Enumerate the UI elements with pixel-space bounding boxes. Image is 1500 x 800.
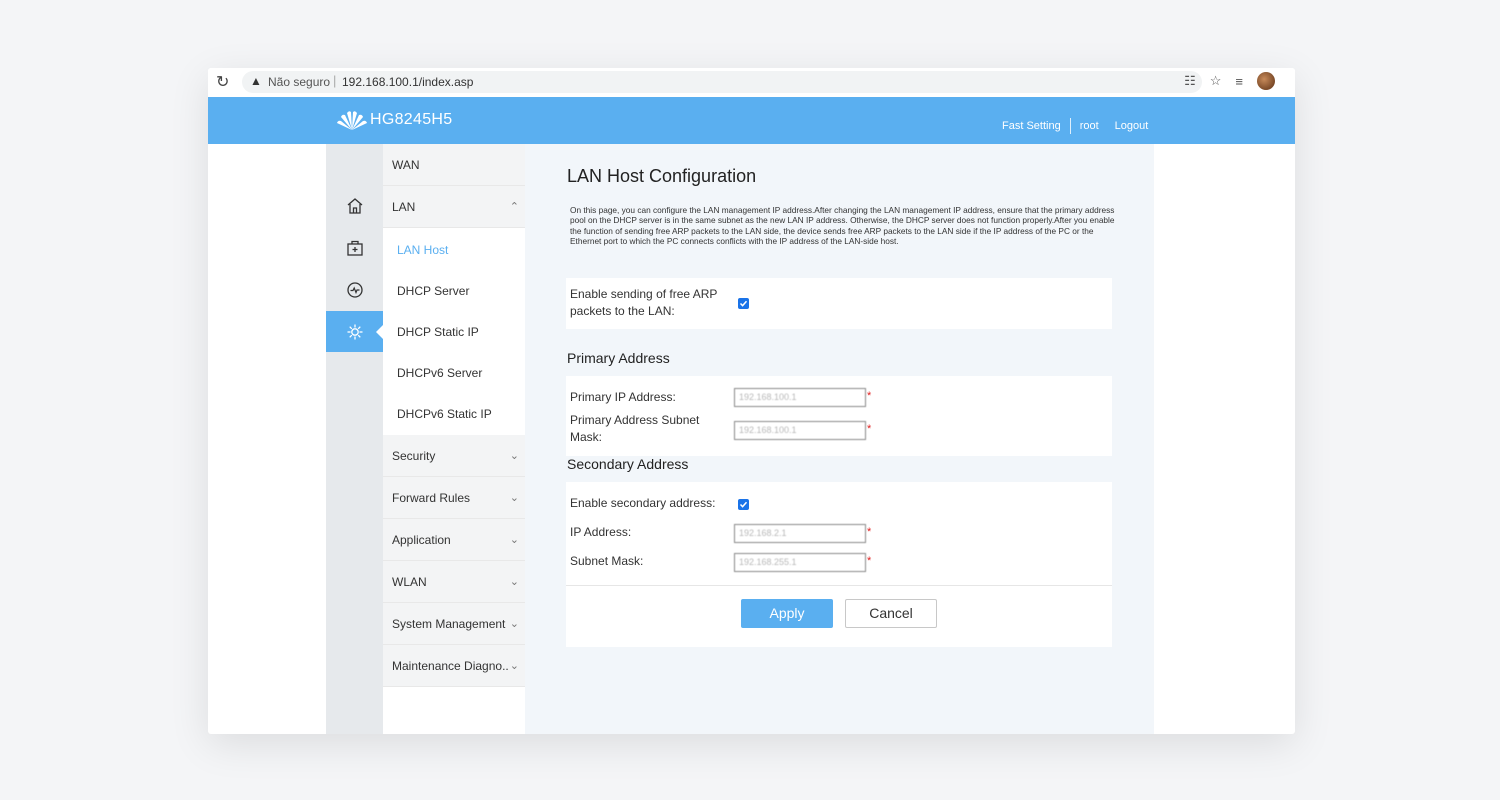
reload-icon[interactable]: ↻ [216,72,229,92]
secondary-address-heading: Secondary Address [567,456,689,472]
huawei-logo-icon [337,111,367,130]
required-marker: * [867,423,872,435]
primary-ip-label: Primary IP Address: [570,390,676,404]
secondary-enable-checkbox[interactable] [738,499,749,510]
page-title: LAN Host Configuration [567,166,757,186]
fast-setting-link[interactable]: Fast Setting [1002,120,1061,132]
required-marker: * [867,526,872,538]
button-row: Apply Cancel [566,586,1112,647]
menu-label: Forward Rules [392,491,471,505]
menu-label: Security [392,449,436,463]
bookmark-star-icon[interactable]: ☆ [1210,73,1222,89]
router-header: HG8245H5 Fast Setting root Logout [208,97,1295,144]
icon-rail [326,144,384,734]
primary-address-panel: Primary IP Address: 192.168.100.1 * Prim… [566,376,1112,456]
chevron-down-icon: ⌄ [509,576,519,588]
rail-home[interactable] [326,185,383,226]
url-separator: | [333,73,337,88]
chevron-down-icon: ⌄ [509,534,519,546]
diagnostics-icon [346,281,363,298]
rail-settings[interactable] [326,311,384,352]
menu-item-system-management[interactable]: System Management ⌄ [383,603,525,645]
translate-icon[interactable]: ☷ [1184,73,1196,89]
subnet-mask-label: Subnet Mask: [570,554,644,568]
arp-checkbox[interactable] [738,298,749,309]
profile-avatar[interactable] [1257,72,1275,90]
menu-label: Application [392,533,451,547]
submenu-item-lan-host[interactable]: LAN Host [383,228,525,269]
menu-label: DHCPv6 Static IP [397,407,492,421]
menu-label: LAN Host [397,243,449,257]
rail-diagnostics[interactable] [326,269,383,310]
menu-label: WAN [392,158,420,172]
secondary-enable-label: Enable secondary address: [570,496,716,510]
warning-triangle-icon[interactable]: ▲ [250,74,262,88]
browser-actions: ☷ ☆ ≡ [1184,72,1275,90]
chevron-down-icon: ⌄ [509,660,519,672]
menu-label: DHCP Server [397,284,470,298]
reading-list-icon[interactable]: ≡ [1235,74,1243,89]
settings-gear-icon [347,324,362,339]
device-model: HG8245H5 [370,111,453,128]
header-divider [1069,118,1071,134]
submenu-item-dhcp-static-ip[interactable]: DHCP Static IP [383,310,525,351]
menu-label: LAN [392,200,416,214]
menu-label: System Management [392,617,506,631]
main-content: LAN Host Configuration On this page, you… [525,144,1154,734]
secondary-address-panel: Enable secondary address: IP Address: 19… [566,482,1112,647]
apply-button[interactable]: Apply [741,599,833,628]
menu-item-forward-rules[interactable]: Forward Rules ⌄ [383,477,525,519]
submenu-item-dhcp-server[interactable]: DHCP Server [383,269,525,310]
arp-label: Enable sending of free ARP packets to th… [570,287,718,318]
home-icon [347,197,362,214]
required-marker: * [867,390,872,402]
browser-toolbar: ↻ ▲ Não seguro | 192.168.100.1/index.asp… [208,68,1295,97]
menu-label: DHCP Static IP [397,325,479,339]
menu-label: WLAN [392,575,427,589]
primary-ip-input[interactable]: 192.168.100.1 [734,388,866,407]
menu-item-wlan[interactable]: WLAN ⌄ [383,561,525,603]
header-links: Fast Setting root Logout [1002,118,1148,134]
cancel-button[interactable]: Cancel [845,599,937,628]
ip-address-label: IP Address: [570,525,632,539]
side-menu: WAN LAN ⌃ LAN Host DHCP Server DHCP Stat… [383,144,525,734]
arp-panel: Enable sending of free ARP packets to th… [566,278,1112,329]
chevron-up-icon: ⌃ [509,201,519,213]
required-marker: * [867,555,872,567]
url-text[interactable]: 192.168.100.1/index.asp [342,75,473,89]
submenu-item-dhcpv6-server[interactable]: DHCPv6 Server [383,351,525,392]
rail-tools[interactable] [326,227,383,268]
menu-item-wan[interactable]: WAN [383,144,525,186]
chevron-down-icon: ⌄ [509,492,519,504]
menu-item-application[interactable]: Application ⌄ [383,519,525,561]
menu-label: DHCPv6 Server [397,366,483,380]
page-description: On this page, you can configure the LAN … [570,205,1115,247]
chevron-down-icon: ⌄ [509,450,519,462]
ip-address-input[interactable]: 192.168.2.1 [734,524,866,543]
primary-address-heading: Primary Address [567,350,670,366]
menu-item-security[interactable]: Security ⌄ [383,435,525,477]
medical-box-icon [346,240,363,256]
browser-window: ↻ ▲ Não seguro | 192.168.100.1/index.asp… [208,68,1295,734]
menu-item-lan[interactable]: LAN ⌃ [383,186,525,228]
user-name: root [1079,120,1099,132]
menu-item-maintenance[interactable]: Maintenance Diagno.. ⌄ [383,645,525,687]
primary-mask-label: Primary Address Subnet Mask: [570,413,700,444]
logout-link[interactable]: Logout [1115,120,1149,132]
chevron-down-icon: ⌄ [509,618,519,630]
security-label[interactable]: Não seguro [268,75,330,89]
primary-mask-input[interactable]: 192.168.100.1 [734,421,866,440]
menu-label: Maintenance Diagno.. [392,659,509,673]
submenu-item-dhcpv6-static-ip[interactable]: DHCPv6 Static IP [383,392,525,433]
subnet-mask-input[interactable]: 192.168.255.1 [734,553,866,572]
